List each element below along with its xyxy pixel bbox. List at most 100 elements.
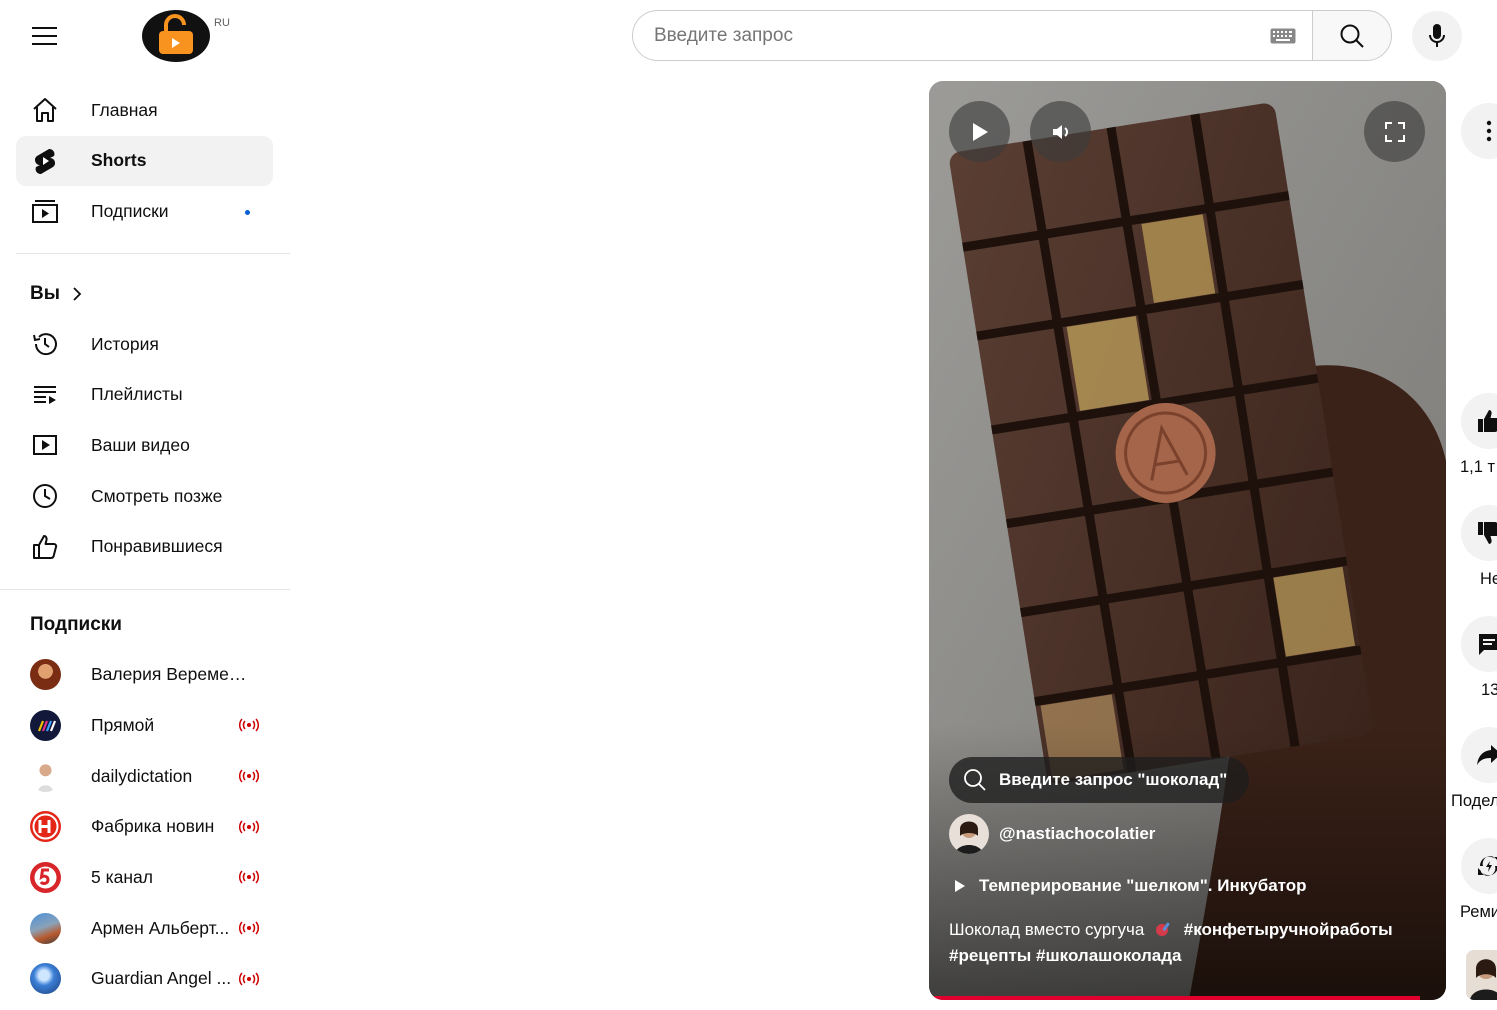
share-action[interactable]: Подел	[1451, 727, 1497, 810]
live-broadcast-icon	[238, 921, 260, 935]
thumbs-up-icon	[1478, 410, 1497, 432]
sidebar-item-subscriptions[interactable]: Подписки	[16, 186, 273, 236]
keyboard-icon[interactable]	[1270, 28, 1296, 44]
home-icon	[30, 95, 60, 125]
playlist-title: Темперирование "шелком". Инкубатор	[979, 876, 1307, 895]
caption-hashtag[interactable]: #рецепты #школашоколада	[949, 946, 1181, 965]
sidebar-item-your-videos[interactable]: Ваши видео	[16, 420, 273, 470]
sidebar-item-home[interactable]: Главная	[16, 85, 273, 135]
subscriptions-section-header: Подписки	[0, 600, 290, 650]
share-icon	[1477, 745, 1497, 765]
subscription-label: Фабрика новин	[91, 816, 215, 837]
subscriptions-section-title: Подписки	[30, 613, 122, 635]
your-videos-icon	[30, 430, 60, 460]
volume-icon	[1052, 124, 1068, 139]
fullscreen-icon	[1384, 121, 1405, 142]
menu-button[interactable]	[22, 13, 68, 59]
logo[interactable]	[141, 7, 211, 63]
subscription-label: Валерия Веремее...	[91, 664, 251, 685]
live-broadcast-icon	[238, 972, 260, 986]
channel-avatar	[30, 963, 61, 995]
you-section-header[interactable]: Вы	[0, 269, 290, 319]
sidebar-item-shorts[interactable]: Shorts	[16, 135, 273, 186]
shorts-icon	[30, 146, 60, 176]
sidebar-item-label: Плейлисты	[91, 384, 183, 405]
dislike-action[interactable]: Не	[1461, 505, 1497, 588]
subscription-item[interactable]: Валерия Веремее...	[16, 650, 273, 701]
subscription-item[interactable]: 5 канал	[16, 852, 273, 903]
search-icon	[964, 769, 986, 791]
subscription-label: 5 канал	[91, 867, 153, 888]
play-small-icon	[955, 880, 965, 892]
like-button[interactable]	[1461, 393, 1497, 449]
dislike-label: Не	[1480, 570, 1497, 588]
search-bar	[632, 10, 1392, 61]
sidebar-item-liked[interactable]: Понравившиеся	[16, 522, 273, 572]
microphone-icon	[1429, 24, 1445, 47]
sidebar-item-label: Ваши видео	[91, 434, 190, 455]
subscription-item[interactable]: dailydictation	[16, 751, 273, 802]
dislike-button[interactable]	[1461, 505, 1497, 561]
watch-later-icon	[30, 481, 60, 511]
channel-avatar	[30, 710, 61, 742]
search-input[interactable]	[654, 24, 1270, 47]
playlist-link[interactable]: Темперирование "шелком". Инкубатор	[953, 876, 1307, 896]
sidebar-item-label: Shorts	[91, 150, 147, 171]
thumbs-down-icon	[1478, 522, 1497, 544]
channel-avatar	[30, 862, 61, 894]
voice-search-button[interactable]	[1412, 11, 1462, 61]
remix-icon	[1478, 856, 1497, 876]
more-vertical-icon	[1486, 120, 1492, 142]
sidebar-item-label: Смотреть позже	[91, 485, 223, 506]
caption-hashtag[interactable]: #конфетыручнойработы	[1184, 920, 1393, 939]
subscriptions-icon	[30, 196, 60, 226]
channel-avatar	[30, 760, 61, 792]
subscription-item[interactable]: Guardian Angel ...	[16, 954, 273, 1005]
more-options-button[interactable]	[1461, 103, 1497, 159]
chevron-right-icon	[73, 287, 82, 301]
subscription-item[interactable]: Армен Альберт...	[16, 903, 273, 954]
history-icon	[30, 329, 60, 359]
sidebar-item-history[interactable]: История	[16, 319, 273, 369]
search-button[interactable]	[1312, 10, 1392, 61]
playlists-icon	[30, 380, 60, 410]
subscription-label: Армен Альберт...	[91, 917, 230, 938]
comment-icon	[1479, 634, 1497, 655]
shorts-player[interactable]: Введите запрос "шоколад" @nastiachocolat…	[929, 81, 1446, 1000]
fullscreen-button[interactable]	[1364, 101, 1425, 162]
live-broadcast-icon	[238, 870, 260, 884]
channel-handle: @nastiachocolatier	[999, 824, 1156, 843]
remix-button[interactable]	[1461, 838, 1497, 894]
sidebar: Главная Shorts Подписки Вы История Плейл…	[0, 85, 290, 1004]
channel-avatar	[949, 814, 989, 854]
progress-bar[interactable]	[929, 996, 1421, 1000]
share-label: Подел	[1451, 792, 1497, 810]
sidebar-item-watch-later[interactable]: Смотреть позже	[16, 471, 273, 521]
unlock-logo-icon	[142, 10, 210, 62]
live-broadcast-icon	[238, 820, 260, 834]
comments-button[interactable]	[1461, 616, 1497, 672]
sidebar-item-label: История	[91, 333, 159, 354]
share-button[interactable]	[1461, 727, 1497, 783]
subscription-label: dailydictation	[91, 765, 193, 786]
new-content-dot	[245, 210, 250, 216]
like-action[interactable]: 1,1 т	[1460, 393, 1497, 476]
live-broadcast-icon	[238, 718, 260, 732]
channel-avatar	[30, 811, 61, 843]
subscription-item[interactable]: Прямой	[16, 700, 273, 751]
search-suggestion-pill[interactable]: Введите запрос "шоколад"	[949, 757, 1250, 803]
search-box	[632, 10, 1312, 61]
volume-button[interactable]	[1030, 101, 1091, 162]
play-button[interactable]	[949, 101, 1010, 162]
comments-action[interactable]: 13	[1461, 616, 1497, 699]
like-count: 1,1 т	[1460, 458, 1496, 476]
video-caption: Шоколад вместо сургуча #конфетыручнойраб…	[949, 917, 1419, 969]
region-code: RU	[214, 17, 230, 29]
subscription-item[interactable]: Фабрика новин	[16, 802, 273, 853]
sidebar-item-playlists[interactable]: Плейлисты	[16, 370, 273, 420]
remix-action[interactable]: Реми	[1460, 838, 1497, 921]
channel-row[interactable]: @nastiachocolatier	[949, 814, 1155, 854]
wax-seal-emoji-icon	[1156, 922, 1170, 936]
sound-source-thumbnail[interactable]	[1466, 950, 1497, 1000]
channel-avatar	[30, 912, 61, 944]
